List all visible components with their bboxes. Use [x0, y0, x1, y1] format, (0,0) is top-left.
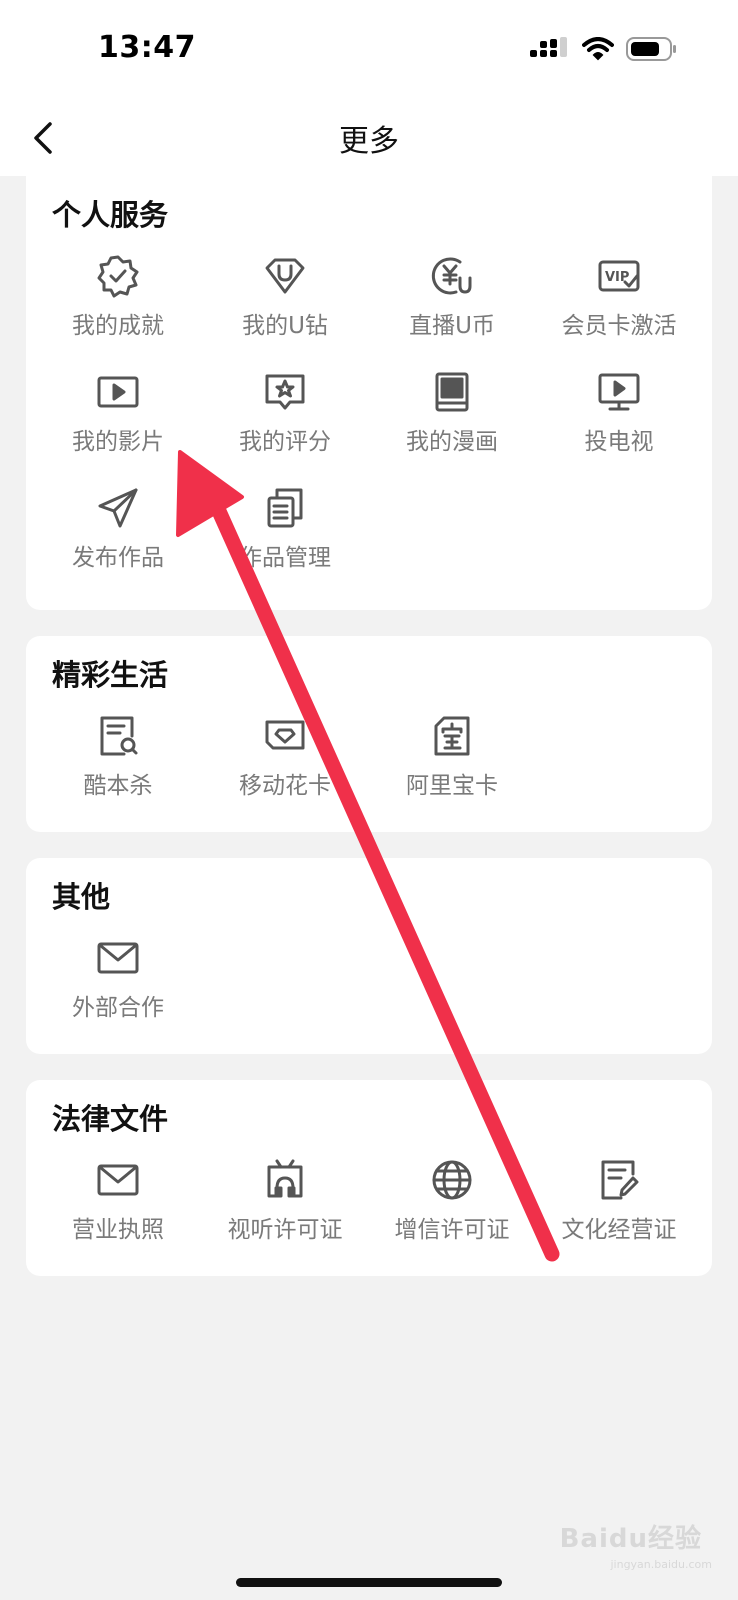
globe-icon: [432, 1160, 472, 1200]
section-title: 其他: [52, 880, 111, 914]
grid-item-label: 阿里宝卡: [406, 773, 498, 799]
grid-item-label: 我的评分: [239, 429, 331, 455]
grid-item-label: 会员卡激活: [561, 313, 677, 339]
section-legal-documents: 法律文件 营业执照 视听许可证 增信许可证 文化经营证: [26, 1080, 712, 1276]
grid-item-label: 我的U钻: [242, 313, 328, 339]
documents-icon: [267, 488, 303, 528]
grid-item-business-license[interactable]: 营业执照: [34, 1158, 202, 1268]
grid-item-label: 投电视: [584, 429, 654, 455]
grid-item-external-cooperation[interactable]: 外部合作: [34, 936, 202, 1046]
grid-item-label: 我的影片: [72, 429, 164, 455]
signal-icon: [530, 37, 567, 57]
grid-item-cast-tv[interactable]: 投电视: [535, 370, 703, 480]
grid-item-label: 我的成就: [72, 313, 164, 339]
u-coin-icon: [431, 257, 472, 295]
grid-item-ali-treasure-card[interactable]: 阿里宝卡: [368, 714, 536, 824]
u-diamond-icon: [265, 258, 305, 294]
watermark-url: jingyan.baidu.com: [610, 1558, 712, 1571]
status-bar: 13:47: [0, 0, 738, 100]
grid-item-label: 发布作品: [72, 545, 164, 571]
grid-item-script-game[interactable]: 酷本杀: [34, 714, 202, 824]
grid-item-label: 外部合作: [72, 995, 164, 1021]
watermark: Baidu经验: [559, 1524, 702, 1554]
grid-item-label: 酷本杀: [83, 773, 153, 799]
vip-card-icon: VIP: [598, 260, 640, 292]
grid-item-label: 移动花卡: [239, 773, 331, 799]
tv-cast-icon: [598, 373, 640, 411]
grid-item-my-ratings[interactable]: 我的评分: [201, 370, 369, 480]
battery-icon: [626, 37, 676, 61]
treasure-card-icon: [434, 716, 470, 756]
script-search-icon: [100, 716, 138, 756]
grid-item-label: 增信许可证: [394, 1217, 510, 1243]
home-indicator[interactable]: [236, 1578, 502, 1587]
grid-item-label: 视听许可证: [227, 1217, 343, 1243]
grid-item-publish-work[interactable]: 发布作品: [34, 486, 202, 596]
mail-icon: [97, 942, 139, 974]
grid-item-my-comics[interactable]: 我的漫画: [368, 370, 536, 480]
grid-item-u-diamond[interactable]: 我的U钻: [201, 254, 369, 364]
section-title: 法律文件: [52, 1102, 169, 1136]
grid-item-label: 我的漫画: [406, 429, 498, 455]
section-wonderful-life: 精彩生活 酷本杀 移动花卡 阿里宝卡: [26, 636, 712, 832]
star-rating-icon: [265, 374, 305, 410]
page-title: 更多: [339, 124, 399, 159]
grid-item-av-license[interactable]: 视听许可证: [201, 1158, 369, 1268]
wifi-icon: [582, 37, 614, 61]
video-play-icon: [97, 376, 139, 408]
grid-item-u-coin[interactable]: 直播U币: [368, 254, 536, 364]
comic-book-icon: [435, 372, 469, 412]
send-plane-icon: [98, 488, 138, 528]
grid-item-manage-works[interactable]: 作品管理: [201, 486, 369, 596]
flower-card-icon: [265, 720, 305, 750]
grid-item-vip-activate[interactable]: VIP 会员卡激活: [535, 254, 703, 364]
status-time: 13:47: [98, 30, 196, 65]
grid-item-label: 营业执照: [72, 1217, 164, 1243]
grid-item-culture-license[interactable]: 文化经营证: [535, 1158, 703, 1268]
document-edit-icon: [601, 1160, 639, 1200]
grid-item-credit-license[interactable]: 增信许可证: [368, 1158, 536, 1268]
grid-item-achievements[interactable]: 我的成就: [34, 254, 202, 364]
tv-headphones-icon: [267, 1159, 303, 1198]
grid-item-my-videos[interactable]: 我的影片: [34, 370, 202, 480]
badge-check-icon: [97, 255, 139, 298]
nav-bar: 更多: [0, 100, 738, 176]
grid-item-label: 作品管理: [239, 545, 331, 571]
grid-item-label: 文化经营证: [561, 1217, 677, 1243]
status-icons: [530, 36, 678, 62]
section-personal-services: 个人服务 我的成就 我的U钻 直播U币 VIP 会员卡激活 我的影片 我的评分 …: [26, 176, 712, 610]
grid-item-mobile-flower-card[interactable]: 移动花卡: [201, 714, 369, 824]
section-title: 个人服务: [52, 198, 169, 232]
section-other: 其他 外部合作: [26, 858, 712, 1054]
grid-item-label: 直播U币: [409, 313, 495, 339]
section-title: 精彩生活: [52, 658, 169, 692]
mail-icon: [97, 1164, 139, 1196]
